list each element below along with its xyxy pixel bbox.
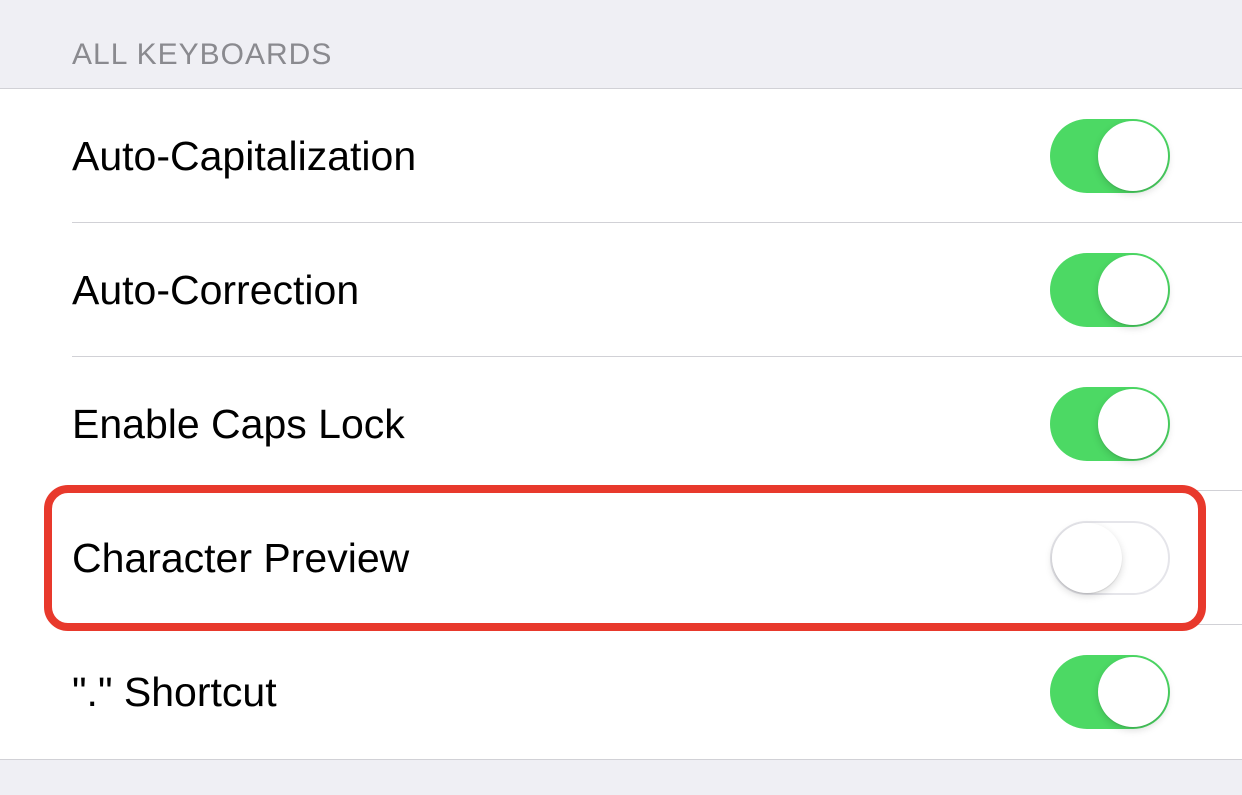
toggle-enable-caps-lock[interactable] bbox=[1050, 387, 1170, 461]
settings-group: Auto-Capitalization Auto-Correction Enable… bbox=[0, 88, 1242, 760]
section-header: ALL KEYBOARDS bbox=[0, 0, 1242, 88]
toggle-knob bbox=[1098, 389, 1168, 459]
toggle-period-shortcut[interactable] bbox=[1050, 655, 1170, 729]
toggle-knob bbox=[1052, 523, 1122, 593]
row-label-character-preview: Character Preview bbox=[72, 535, 409, 582]
toggle-knob bbox=[1098, 657, 1168, 727]
toggle-character-preview[interactable] bbox=[1050, 521, 1170, 595]
settings-row-character-preview: Character Preview bbox=[0, 491, 1242, 625]
settings-row-auto-capitalization: Auto-Capitalization bbox=[0, 89, 1242, 223]
row-label-auto-capitalization: Auto-Capitalization bbox=[72, 133, 416, 180]
row-label-enable-caps-lock: Enable Caps Lock bbox=[72, 401, 405, 448]
settings-row-enable-caps-lock: Enable Caps Lock bbox=[0, 357, 1242, 491]
settings-row-auto-correction: Auto-Correction bbox=[0, 223, 1242, 357]
toggle-knob bbox=[1098, 121, 1168, 191]
toggle-auto-correction[interactable] bbox=[1050, 253, 1170, 327]
toggle-knob bbox=[1098, 255, 1168, 325]
row-label-period-shortcut: "." Shortcut bbox=[72, 669, 277, 716]
toggle-auto-capitalization[interactable] bbox=[1050, 119, 1170, 193]
row-label-auto-correction: Auto-Correction bbox=[72, 267, 359, 314]
settings-row-period-shortcut: "." Shortcut bbox=[0, 625, 1242, 759]
